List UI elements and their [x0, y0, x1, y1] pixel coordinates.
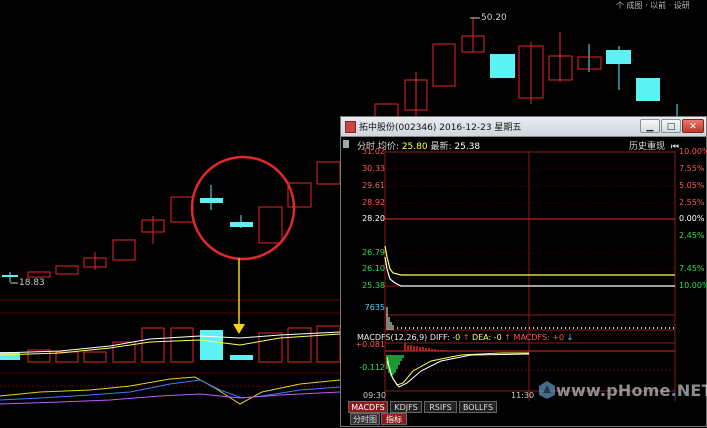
y-tick-left: 31.02: [362, 147, 385, 156]
y-tick-left: 26.79: [362, 248, 385, 257]
dea-arrow-icon: ↑: [504, 333, 511, 342]
minimize-button[interactable]: ▁: [640, 119, 660, 133]
candle: [27, 271, 51, 278]
y-tick-right: 10.00%: [679, 147, 707, 156]
candle: [432, 43, 456, 87]
tab-indicator[interactable]: 指标: [381, 413, 407, 425]
macd-header: MACDFS(12,26,9) DIFF: -0 ↑ DEA: -0 ↑ MAC…: [357, 333, 573, 342]
dea-label: DEA:: [471, 333, 492, 342]
macdfs-value: +0: [552, 333, 565, 342]
candle: [170, 196, 194, 223]
volume-bar: [200, 330, 223, 360]
tab-kdjfs[interactable]: KDJFS: [390, 401, 422, 413]
tab-intraday-chart[interactable]: 分时图: [350, 413, 380, 425]
volume-bar: [83, 351, 107, 363]
latest-price-value: 25.38: [454, 142, 481, 152]
window-titlebar[interactable]: 拓中股份(002346) 2016-12-23 星期五 ▁ □ ✕: [341, 117, 706, 137]
candle: [490, 54, 515, 78]
tab-macdfs[interactable]: MACDFS: [348, 401, 388, 413]
macd-histogram: [386, 343, 445, 375]
price-low-label: 18.83: [19, 278, 45, 288]
candle: [55, 265, 79, 275]
maximize-button[interactable]: □: [661, 119, 681, 133]
watermark-part: www.pHome: [556, 381, 671, 400]
avg-price-value: 25.80: [401, 142, 428, 152]
arrow-head: [233, 324, 245, 334]
diff-label: DIFF:: [429, 333, 450, 342]
indicator-line: [0, 391, 341, 405]
candle: [112, 239, 136, 261]
y-tick-right: 2.55%: [679, 198, 705, 207]
volume-bar: [141, 327, 165, 363]
top-bar-text: 个 成图 · 以前 · 设研: [616, 1, 690, 10]
y-tick-right: 5.05%: [679, 181, 705, 190]
rewind-icon[interactable]: ⏮: [671, 142, 679, 152]
watermark-part: NET: [676, 381, 707, 400]
dea-value: -0: [493, 333, 502, 342]
y-tick-right: 7.55%: [679, 164, 705, 173]
price-high-label: 50.20: [481, 13, 507, 23]
y-tick-left: 26.10: [362, 264, 385, 273]
volume-ma-line: [0, 331, 341, 354]
y-tick-left: 25.38: [362, 281, 385, 290]
volume-ma-line: [0, 333, 341, 356]
macdfs-label: MACDFS:: [513, 333, 550, 342]
volume-bar: [316, 325, 341, 363]
volume-bar: [230, 355, 253, 360]
time-label: 11:30: [511, 391, 535, 400]
y-tick-left: 30.33: [362, 164, 385, 173]
y-tick-left: 28.20: [362, 214, 385, 223]
y-tick-left: 28.92: [362, 198, 385, 207]
app-icon: [345, 121, 356, 133]
candle: [636, 78, 660, 101]
y-tick-right: 7.45%: [679, 264, 705, 273]
macdfs-arrow-icon: ↓: [566, 333, 574, 342]
tab-bollfs[interactable]: BOLLFS: [459, 401, 497, 413]
candle: [2, 275, 18, 277]
y-tick-right: 10.00%: [679, 281, 707, 290]
highlight-circle: [190, 155, 296, 261]
volume-bars: [0, 325, 341, 363]
watermark-logo-icon: [539, 381, 555, 399]
tab-rsifs[interactable]: RSIFS: [424, 401, 457, 413]
macd-axis-top: +0.081: [355, 340, 385, 349]
volume-axis-label: 7635: [364, 303, 385, 312]
candle: [258, 206, 283, 244]
indicator-line: [0, 379, 341, 401]
candle: [230, 222, 253, 227]
diff-arrow-icon: ↑: [462, 333, 470, 342]
volume-bar: [170, 327, 194, 363]
diff-value: -0: [452, 333, 461, 342]
candle: [316, 161, 341, 185]
y-tick-right: 0.00%: [679, 214, 705, 223]
watermark-text: www.pHome.NET: [556, 381, 707, 400]
latest-price-label: 最新:: [430, 142, 452, 152]
history-replay-button[interactable]: 历史重现: [629, 142, 665, 152]
y-tick-left: 29.61: [362, 181, 385, 190]
candle: [200, 198, 223, 203]
y-tick-right: 2.45%: [679, 231, 705, 240]
time-label: 09:30: [363, 391, 387, 400]
info-bar: 分时 均价: 25.80 最新: 25.38 历史重现 ⏮: [341, 137, 706, 152]
candle: [606, 50, 631, 64]
volume-bar: [258, 332, 283, 363]
macd-axis-bottom: -0.112: [359, 363, 385, 372]
volume-bar: [287, 327, 312, 363]
indicator-line: [0, 376, 341, 405]
window-title: 拓中股份(002346) 2016-12-23 星期五: [359, 123, 522, 133]
close-button[interactable]: ✕: [682, 119, 704, 133]
